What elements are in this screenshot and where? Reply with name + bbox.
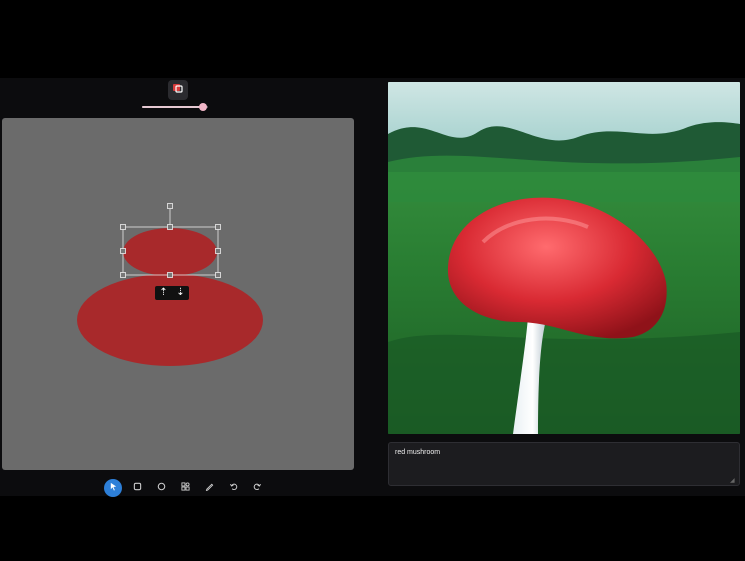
slider-fill <box>142 106 204 108</box>
layers-button[interactable] <box>168 80 188 100</box>
generated-image <box>388 82 740 434</box>
rectangle-tool-button[interactable] <box>128 479 146 497</box>
brush-tool-button[interactable] <box>200 479 218 497</box>
ellipse-tool-button[interactable] <box>152 479 170 497</box>
undo-icon <box>229 482 238 494</box>
resize-grip-icon[interactable]: ◢ <box>730 478 738 484</box>
redo-icon <box>253 482 262 494</box>
tool-bar <box>104 479 266 497</box>
brush-icon <box>205 482 214 494</box>
ellipse-shape-selected[interactable] <box>123 228 217 276</box>
send-backward-button[interactable]: ⇣ <box>176 286 184 300</box>
square-icon <box>133 482 142 494</box>
shapes-icon <box>180 482 190 494</box>
cursor-icon <box>109 482 118 494</box>
brush-size-slider[interactable] <box>142 103 212 111</box>
select-tool-button[interactable] <box>104 479 122 497</box>
undo-button[interactable] <box>224 479 242 497</box>
slider-thumb[interactable] <box>199 103 208 111</box>
layer-order-toolbar: ⇡ ⇣ <box>155 286 189 300</box>
prompt-input[interactable]: red mushroom <box>388 442 740 486</box>
shapes-tool-button[interactable] <box>176 479 194 497</box>
layers-icon <box>172 81 184 99</box>
redo-button[interactable] <box>248 479 266 497</box>
bring-forward-button[interactable]: ⇡ <box>159 286 167 300</box>
circle-icon <box>157 482 166 494</box>
